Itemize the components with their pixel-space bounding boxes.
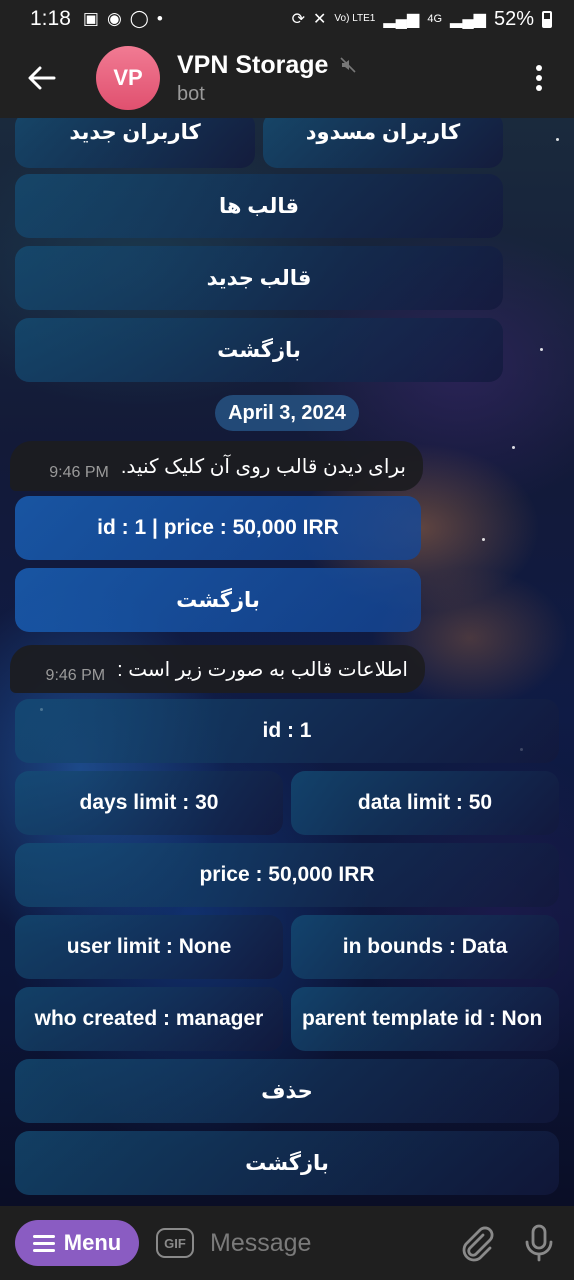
- date-separator: April 3, 2024: [215, 395, 359, 431]
- input-bar: Menu GIF: [0, 1206, 574, 1280]
- parent-template-button[interactable]: parent template id : Non: [291, 987, 559, 1051]
- back-keyboard-button[interactable]: بازگشت: [15, 1131, 559, 1195]
- chat-title: VPN Storage: [177, 50, 329, 79]
- avatar[interactable]: VP: [96, 46, 160, 110]
- clock: 1:18: [30, 7, 71, 30]
- data-limit-button[interactable]: data limit : 50: [291, 771, 559, 835]
- sync-icon: ⟳: [291, 11, 306, 28]
- menu-button[interactable]: Menu: [15, 1220, 139, 1266]
- network-label: 4G: [427, 13, 443, 25]
- back-button[interactable]: [0, 38, 84, 118]
- star: [512, 446, 515, 449]
- gallery-icon: ▣: [82, 9, 99, 28]
- mute-status-icon: ✕: [313, 11, 327, 28]
- hamburger-icon: [32, 1234, 55, 1252]
- back-keyboard-button[interactable]: بازگشت: [15, 318, 503, 382]
- battery-icon: [542, 10, 552, 28]
- blocked-users-button[interactable]: کاربران مسدود: [263, 112, 503, 168]
- template-id-button[interactable]: id : 1: [15, 699, 559, 763]
- who-created-button[interactable]: who created : manager: [15, 987, 283, 1051]
- templates-button[interactable]: قالب ها: [15, 174, 503, 238]
- dot-icon: •: [156, 9, 163, 28]
- arrow-left-icon: [28, 66, 56, 90]
- message-text: اطلاعات قالب به صورت زیر است :: [117, 658, 408, 681]
- new-users-button[interactable]: کاربران جدید: [15, 112, 255, 168]
- star: [556, 138, 559, 141]
- more-options-icon[interactable]: [504, 38, 574, 118]
- chat-subtitle: bot: [177, 82, 205, 105]
- gif-button[interactable]: GIF: [156, 1228, 194, 1258]
- battery-percent: 52%: [493, 7, 534, 30]
- menu-label: Menu: [63, 1230, 122, 1255]
- chat-icon: ◉: [106, 9, 122, 28]
- message-input[interactable]: [210, 1220, 430, 1266]
- star: [482, 538, 485, 541]
- message-bubble: 9:46 PM برای دیدن قالب روی آن کلیک کنید.: [10, 441, 423, 491]
- volte-label: Vo) LTE1: [334, 13, 376, 24]
- back-keyboard-button[interactable]: بازگشت: [15, 568, 421, 632]
- new-template-button[interactable]: قالب جدید: [15, 246, 503, 310]
- days-limit-button[interactable]: days limit : 30: [15, 771, 283, 835]
- star: [540, 348, 543, 351]
- message-time: 9:46 PM: [45, 667, 106, 684]
- muted-icon: [340, 57, 357, 73]
- signal-icon: ▂▄▆: [383, 11, 420, 28]
- user-limit-button[interactable]: user limit : None: [15, 915, 283, 979]
- delete-button[interactable]: حذف: [15, 1059, 559, 1123]
- price-button[interactable]: price : 50,000 IRR: [15, 843, 559, 907]
- chat-header-overlay: VP VPN Storage bot: [0, 38, 574, 118]
- microphone-icon[interactable]: [522, 1223, 556, 1263]
- message-time: 9:46 PM: [49, 464, 109, 481]
- status-bar: 1:18 ▣ ◉ ◯ • ⟳ ✕ Vo) LTE1 ▂▄▆ 4G ▂▄▆ 52%: [0, 0, 574, 38]
- attach-icon[interactable]: [456, 1223, 496, 1263]
- template-item-button[interactable]: id : 1 | price : 50,000 IRR: [15, 496, 421, 560]
- instagram-icon: ◯: [129, 9, 149, 28]
- message-text: برای دیدن قالب روی آن کلیک کنید.: [120, 455, 406, 478]
- signal-icon-2: ▂▄▆: [450, 11, 486, 28]
- message-bubble: 9:46 PM اطلاعات قالب به صورت زیر است :: [10, 645, 425, 693]
- chat-title-block[interactable]: VPN Storage bot: [177, 50, 357, 106]
- in-bounds-button[interactable]: in bounds : Data: [291, 915, 559, 979]
